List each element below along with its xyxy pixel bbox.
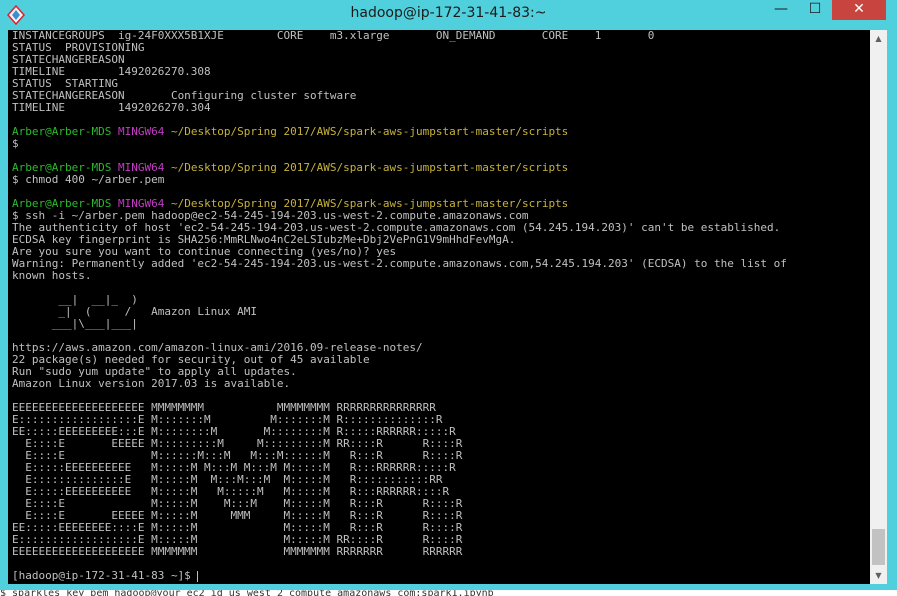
terminal-text: ~/Desktop/Spring 2017/AWS/spark-aws-jump… xyxy=(170,125,569,138)
terminal-text: known hosts. xyxy=(12,269,92,282)
minimize-button[interactable]: — xyxy=(764,0,798,20)
scrollbar-thumb[interactable] xyxy=(872,529,885,565)
terminal-output[interactable]: INSTANCEGROUPS ig-24F0XXX5B1XJE CORE m3.… xyxy=(8,30,887,584)
window-title: hadoop@ip-172-31-41-83:~ xyxy=(350,5,547,21)
terminal-line: [hadoop@ip-172-31-41-83 ~]$ xyxy=(12,570,787,582)
terminal-text: Amazon Linux version 2017.03 is availabl… xyxy=(12,377,291,390)
terminal-text: [hadoop@ip-172-31-41-83 ~]$ xyxy=(12,569,198,582)
terminal-line: known hosts. xyxy=(12,270,787,282)
terminal-lines: INSTANCEGROUPS ig-24F0XXX5B1XJE CORE m3.… xyxy=(12,30,787,582)
vertical-scrollbar[interactable]: ▲ ▼ xyxy=(870,30,887,584)
text-cursor xyxy=(197,570,199,582)
terminal-window: hadoop@ip-172-31-41-83:~ — ☐ ✕ INSTANCEG… xyxy=(0,0,897,590)
terminal-text: Warning: Permanently added 'ec2-54-245-1… xyxy=(12,257,787,270)
terminal-line: Arber@Arber-MDS MINGW64 ~/Desktop/Spring… xyxy=(12,126,787,138)
maximize-button[interactable]: ☐ xyxy=(798,0,832,20)
scroll-up-arrow-icon[interactable]: ▲ xyxy=(870,30,887,47)
background-window-text: $ sparkles key pem hadoop@your ec2 id us… xyxy=(0,590,494,596)
terminal-text: $ xyxy=(12,137,19,150)
terminal-text: TIMELINE 1492026270.304 xyxy=(12,101,211,114)
terminal-line: Amazon Linux version 2017.03 is availabl… xyxy=(12,378,787,390)
terminal-text: ___|\___|___| xyxy=(12,317,138,330)
terminal-line: TIMELINE 1492026270.304 xyxy=(12,102,787,114)
terminal-text: EEEEEEEEEEEEEEEEEEEE MMMMMMM MMMMMMM RRR… xyxy=(12,545,463,558)
terminal-text: $ chmod 400 ~/arber.pem xyxy=(12,173,165,186)
scroll-down-arrow-icon[interactable]: ▼ xyxy=(870,567,887,584)
terminal-line: $ chmod 400 ~/arber.pem xyxy=(12,174,787,186)
close-button[interactable]: ✕ xyxy=(832,0,886,20)
terminal-line: EEEEEEEEEEEEEEEEEEEE MMMMMMM MMMMMMM RRR… xyxy=(12,546,787,558)
title-bar[interactable]: hadoop@ip-172-31-41-83:~ — ☐ ✕ xyxy=(0,0,897,30)
terminal-line: Warning: Permanently added 'ec2-54-245-1… xyxy=(12,258,787,270)
terminal-text: MINGW64 xyxy=(117,125,171,138)
terminal-text: Arber@Arber-MDS xyxy=(12,125,118,138)
terminal-line: ___|\___|___| xyxy=(12,318,787,330)
terminal-line: $ xyxy=(12,138,787,150)
terminal-line: STATUS PROVISIONING xyxy=(12,42,787,54)
terminal-text: ~/Desktop/Spring 2017/AWS/spark-aws-jump… xyxy=(170,161,569,174)
terminal-line: TIMELINE 1492026270.308 xyxy=(12,66,787,78)
